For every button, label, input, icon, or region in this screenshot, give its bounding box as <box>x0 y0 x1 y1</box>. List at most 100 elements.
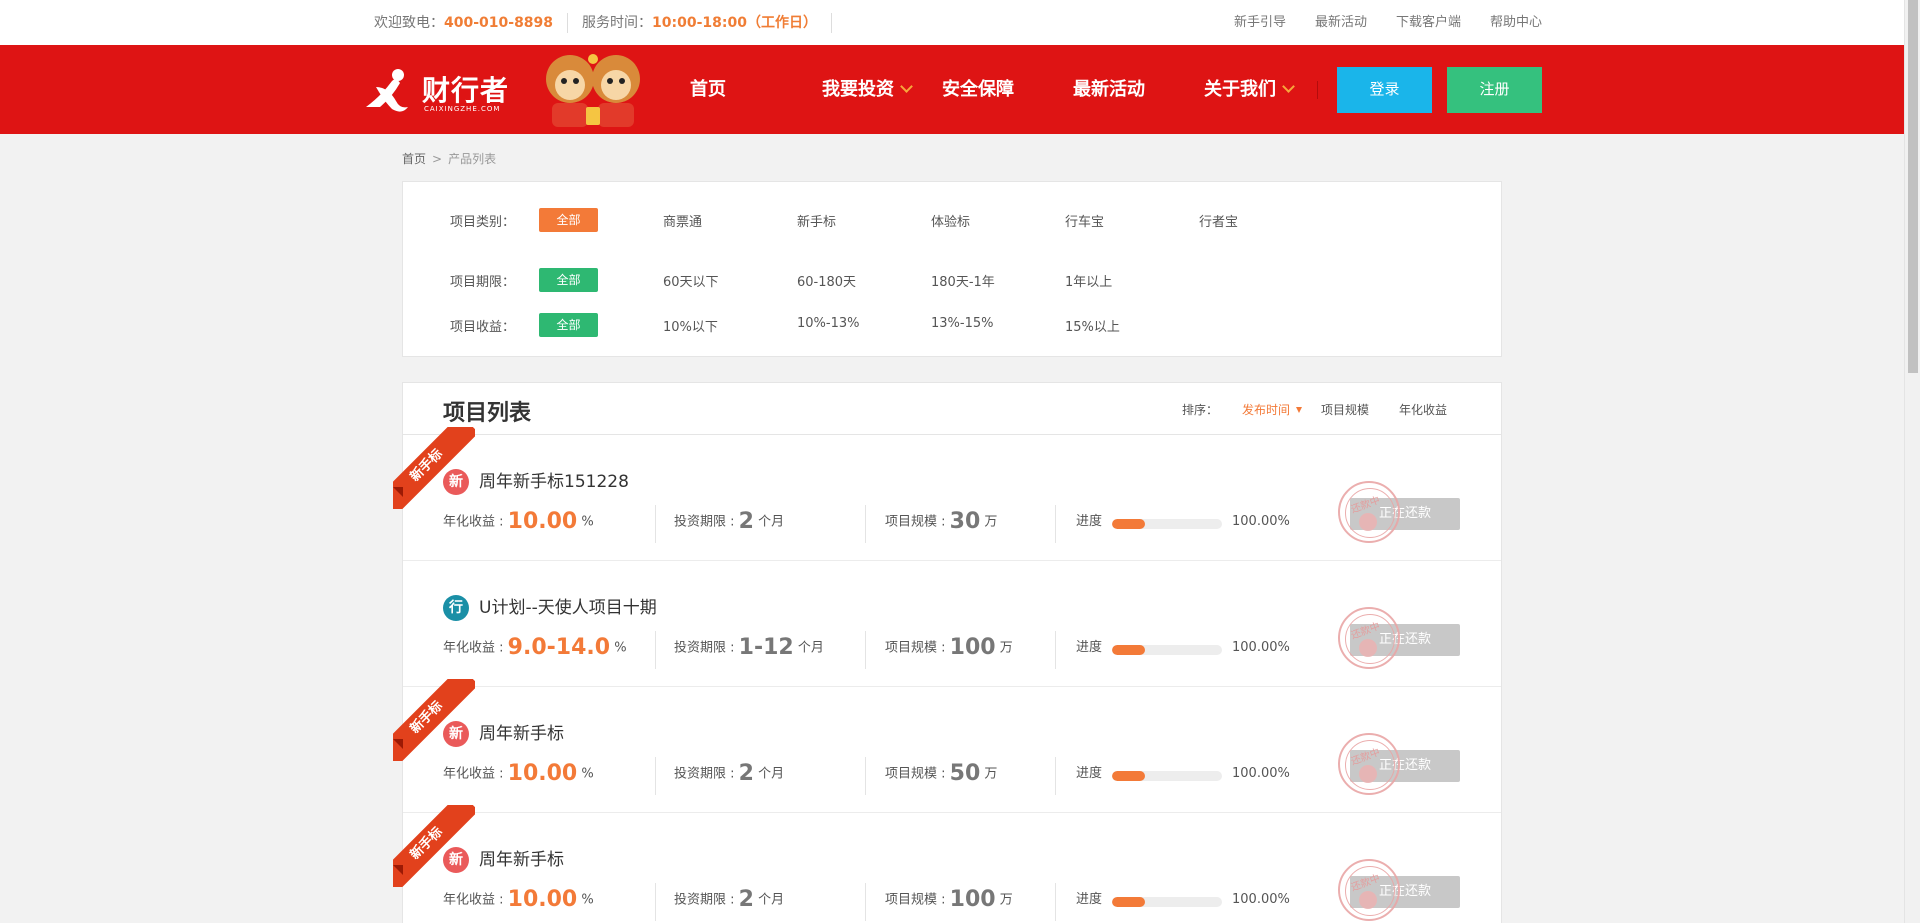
filter-term-all[interactable]: 全部 <box>539 268 598 292</box>
progress-percent: 100.00% <box>1232 514 1290 529</box>
filter-yield-label: 项目收益： <box>450 319 516 335</box>
filter-term-option[interactable]: 1年以上 <box>1065 271 1112 290</box>
link-latest-activity[interactable]: 最新活动 <box>1315 13 1367 33</box>
sort-by-scale[interactable]: 项目规模 <box>1321 401 1399 418</box>
progress-fill <box>1112 519 1145 529</box>
top-links: 新手引导 最新活动 下载客户端 帮助中心 <box>1234 13 1542 33</box>
hotline-label: 欢迎致电： <box>374 15 444 31</box>
filter-yield-all[interactable]: 全部 <box>539 313 598 337</box>
filter-category-option[interactable]: 新手标 <box>797 211 836 230</box>
stamp-text: 还款中 <box>1349 873 1382 894</box>
arrow-down-icon <box>1296 407 1303 413</box>
progress-fill <box>1112 771 1145 781</box>
divider <box>865 631 866 669</box>
divider <box>655 505 656 543</box>
project-item[interactable]: 新手标新周年新手标151228 年化收益 : 10.00 % 投资期限 : 2 个月… <box>393 427 1501 561</box>
metric-yield: 年化收益 : 10.00 % <box>443 885 594 915</box>
project-title[interactable]: U计划--天使人项目十期 <box>479 595 657 621</box>
filter-category-all[interactable]: 全部 <box>539 208 598 232</box>
monkey-mascot-icon <box>546 54 640 127</box>
sort-label: 排序： <box>1182 403 1219 417</box>
filter-category-option[interactable]: 行车宝 <box>1065 211 1104 230</box>
filter-yield-option[interactable]: 10%-13% <box>797 316 859 331</box>
project-item[interactable]: 行 U计划--天使人项目十期 年化收益 : 9.0-14.0 % 投资期限 : 1-1… <box>403 561 1501 687</box>
metric-scale-label: 项目规模 : <box>885 640 946 656</box>
divider <box>1055 631 1056 669</box>
project-type-badge: 行 <box>443 595 469 621</box>
project-title[interactable]: 周年新手标 <box>479 721 564 747</box>
link-download-client[interactable]: 下载客户端 <box>1396 13 1461 33</box>
month-unit: 个月 <box>758 892 785 908</box>
breadcrumb-current: 产品列表 <box>448 152 497 166</box>
project-type-badge: 新 <box>443 721 469 747</box>
filter-row-yield: 项目收益： 全部 <box>450 312 598 338</box>
divider <box>655 883 656 921</box>
percent-unit: % <box>581 514 594 530</box>
filter-yield-option[interactable]: 13%-15% <box>931 316 993 331</box>
stamp-text: 还款中 <box>1349 495 1382 516</box>
register-button[interactable]: 注册 <box>1447 67 1542 113</box>
wan-unit: 万 <box>999 640 1013 656</box>
metric-term: 投资期限 : 2 个月 <box>674 885 784 915</box>
metric-yield-label: 年化收益 : <box>443 766 504 782</box>
brand-name: 财行者 <box>422 74 510 107</box>
scrollbar-thumb[interactable] <box>1908 0 1918 373</box>
link-help-center[interactable]: 帮助中心 <box>1490 13 1542 33</box>
service-hours: 服务时间：10:00-18:00（工作日） <box>582 13 832 33</box>
repaying-stamp-icon: 还款中 <box>1338 481 1400 543</box>
link-newbie-guide[interactable]: 新手引导 <box>1234 13 1286 33</box>
sort-by-time[interactable]: 发布时间 <box>1242 401 1321 418</box>
stamp-dot <box>1359 765 1377 783</box>
newbie-ribbon: 新手标 <box>393 805 475 887</box>
filter-term-option[interactable]: 180天-1年 <box>931 271 995 290</box>
nav-divider <box>1317 81 1318 99</box>
project-title[interactable]: 周年新手标151228 <box>479 469 629 495</box>
filter-category-option[interactable]: 行者宝 <box>1199 211 1238 230</box>
metric-term-label: 投资期限 : <box>674 514 735 530</box>
progress-percent: 100.00% <box>1232 766 1290 781</box>
sort-by-yield[interactable]: 年化收益 <box>1399 401 1447 418</box>
project-type-badge: 新 <box>443 469 469 495</box>
divider <box>865 757 866 795</box>
wan-unit: 万 <box>999 892 1013 908</box>
project-item[interactable]: 新手标新周年新手标 年化收益 : 10.00 % 投资期限 : 2 个月 项目规模 :… <box>393 805 1501 923</box>
nav-activity[interactable]: 最新活动 <box>1073 45 1145 134</box>
metric-scale: 项目规模 : 100 万 <box>885 885 1013 915</box>
sort-by-time-label: 发布时间 <box>1242 403 1291 417</box>
filter-category-option[interactable]: 体验标 <box>931 211 970 230</box>
filter-category-label: 项目类别： <box>450 214 516 230</box>
month-unit: 个月 <box>758 514 785 530</box>
nav-invest[interactable]: 我要投资 <box>822 45 913 134</box>
filter-term-option[interactable]: 60-180天 <box>797 271 856 290</box>
project-list: 项目列表 排序： 发布时间 项目规模 年化收益 新手标新周年新手标151228 年… <box>393 382 1502 923</box>
project-item[interactable]: 新手标新周年新手标 年化收益 : 10.00 % 投资期限 : 2 个月 项目规模 :… <box>393 679 1501 813</box>
filter-category-option[interactable]: 商票通 <box>663 211 702 230</box>
divider <box>865 883 866 921</box>
filter-yield-option[interactable]: 10%以下 <box>663 316 718 335</box>
progress-label: 进度 <box>1076 514 1103 529</box>
metric-term-label: 投资期限 : <box>674 892 735 908</box>
filter-yield-option[interactable]: 15%以上 <box>1065 316 1120 335</box>
progress-bar <box>1112 771 1222 781</box>
progress-bar <box>1112 897 1222 907</box>
page-scrollbar[interactable] <box>1904 0 1920 923</box>
newbie-ribbon: 新手标 <box>393 679 475 761</box>
nav-security[interactable]: 安全保障 <box>942 45 1014 134</box>
metric-yield-label: 年化收益 : <box>443 514 504 530</box>
breadcrumb-home[interactable]: 首页 <box>402 152 426 166</box>
nav-home[interactable]: 首页 <box>690 45 726 134</box>
filter-term-option[interactable]: 60天以下 <box>663 271 719 290</box>
metric-yield: 年化收益 : 10.00 % <box>443 507 594 537</box>
login-button[interactable]: 登录 <box>1337 67 1432 113</box>
yield-value: 10.00 <box>507 761 578 786</box>
repaying-stamp-icon: 还款中 <box>1338 859 1400 921</box>
top-bar: 欢迎致电：400-010-8898 服务时间：10:00-18:00（工作日） … <box>0 0 1904 45</box>
project-title[interactable]: 周年新手标 <box>479 847 564 873</box>
nav-about[interactable]: 关于我们 <box>1204 45 1295 134</box>
metric-scale-label: 项目规模 : <box>885 514 946 530</box>
metric-scale-label: 项目规模 : <box>885 766 946 782</box>
brand-logo[interactable]: 财行者 CAIXINGZHE.COM <box>360 65 520 117</box>
logo-mark-icon <box>366 69 408 112</box>
metric-scale: 项目规模 : 100 万 <box>885 633 1013 663</box>
divider <box>1055 883 1056 921</box>
